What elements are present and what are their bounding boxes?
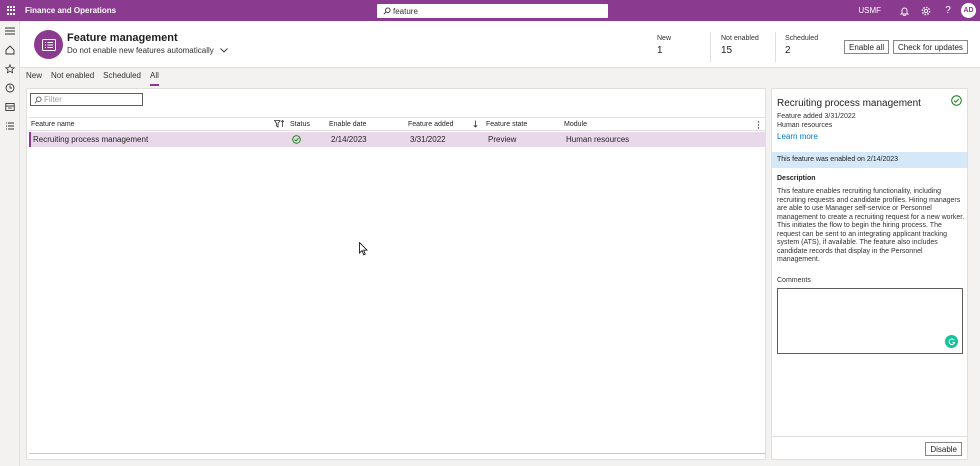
stat-new-value: 1: [657, 45, 663, 56]
stat-scheduled-value: 2: [785, 45, 791, 56]
stat-not-enabled[interactable]: Not enabled 15: [721, 35, 759, 56]
search-icon: [34, 95, 42, 104]
enable-all-button[interactable]: Enable all: [844, 40, 890, 54]
search-value: feature: [393, 6, 418, 16]
workspace-icon[interactable]: [0, 97, 20, 116]
company-picker[interactable]: USMF: [858, 6, 881, 15]
column-header-status[interactable]: Status: [290, 121, 310, 128]
hamburger-icon[interactable]: [0, 21, 20, 40]
stat-scheduled[interactable]: Scheduled 2: [785, 35, 818, 56]
stat-not-enabled-label: Not enabled: [721, 35, 759, 42]
tab-new[interactable]: New: [26, 71, 42, 83]
search-icon: [383, 7, 391, 15]
enabled-banner: This feature was enabled on 2/14/2023: [772, 152, 967, 168]
cell-feature-name: Recruiting process management: [33, 135, 149, 144]
avatar[interactable]: AD: [961, 3, 976, 18]
disable-button[interactable]: Disable: [925, 442, 962, 456]
search-input[interactable]: feature: [377, 4, 608, 18]
gear-icon[interactable]: [915, 0, 937, 21]
column-header-feature-state[interactable]: Feature state: [486, 121, 527, 128]
description-label: Description: [777, 175, 816, 182]
cell-module: Human resources: [566, 135, 630, 144]
details-feature-added: Feature added 3/31/2022: [777, 113, 856, 120]
table-row[interactable]: Recruiting process management 2/14/2023 …: [29, 132, 765, 147]
app-title[interactable]: Finance and Operations: [25, 6, 116, 15]
feature-management-icon: [34, 30, 63, 59]
stat-divider: [775, 32, 776, 62]
tab-all[interactable]: All: [149, 71, 159, 86]
stat-new-label: New: [657, 35, 672, 42]
page-header: Feature management Do not enable new fea…: [20, 21, 980, 68]
mouse-cursor-icon: [359, 242, 368, 256]
filter-placeholder: Filter: [44, 95, 62, 104]
column-header-module[interactable]: Module: [564, 121, 587, 128]
filter-input[interactable]: Filter: [30, 93, 143, 106]
star-icon[interactable]: [0, 59, 20, 78]
cell-enable-date: 2/14/2023: [331, 135, 367, 144]
auto-enable-dropdown[interactable]: Do not enable new features automatically: [67, 46, 228, 55]
cell-feature-state: Preview: [488, 135, 517, 144]
comments-label: Comments: [777, 277, 811, 284]
chevron-down-icon: [220, 48, 228, 53]
description-text: This feature enables recruiting function…: [777, 188, 965, 263]
sort-descending-icon[interactable]: [473, 120, 478, 128]
enabled-check-icon: [951, 95, 962, 106]
feature-grid: Filter Feature name Status Enable date F…: [26, 88, 766, 460]
home-icon[interactable]: [0, 40, 20, 59]
enabled-check-icon: [292, 135, 301, 144]
check-for-updates-button[interactable]: Check for updates: [893, 40, 968, 54]
clock-icon[interactable]: [0, 78, 20, 97]
filter-sort-icon[interactable]: [274, 120, 285, 128]
column-header-feature-name[interactable]: Feature name: [31, 121, 75, 128]
details-title: Recruiting process management: [777, 98, 921, 109]
stat-new[interactable]: New 1: [657, 35, 671, 56]
top-bar: Finance and Operations feature USMF ? AD: [0, 0, 980, 21]
bell-icon[interactable]: [893, 0, 915, 21]
column-header-enable-date[interactable]: Enable date: [329, 121, 366, 128]
pane-divider: [772, 436, 967, 437]
comments-textarea[interactable]: [777, 288, 963, 354]
app-launcher-icon[interactable]: [0, 0, 22, 21]
details-module: Human resources: [777, 122, 833, 129]
learn-more-link[interactable]: Learn more: [777, 132, 818, 141]
left-nav: [0, 21, 20, 466]
stat-not-enabled-value: 15: [721, 45, 733, 56]
stat-divider: [710, 32, 711, 62]
tab-scheduled[interactable]: Scheduled: [103, 71, 141, 83]
auto-enable-label: Do not enable new features automatically: [67, 46, 214, 55]
feature-details-pane: Recruiting process management Feature ad…: [771, 88, 968, 460]
help-icon[interactable]: ?: [937, 0, 959, 21]
stat-scheduled-label: Scheduled: [785, 35, 819, 42]
page-title: Feature management: [67, 32, 178, 44]
tab-not-enabled[interactable]: Not enabled: [51, 71, 94, 83]
list-icon[interactable]: [0, 116, 20, 135]
more-options-icon[interactable]: [757, 121, 760, 129]
grammarly-icon[interactable]: [945, 335, 958, 348]
cell-feature-added: 3/31/2022: [410, 135, 446, 144]
grid-header: Feature name Status Enable date Feature …: [29, 117, 765, 131]
column-header-feature-added[interactable]: Feature added: [408, 121, 454, 128]
view-tabs: New Not enabled Scheduled All: [26, 71, 168, 86]
grid-scrollbar[interactable]: [29, 453, 765, 454]
